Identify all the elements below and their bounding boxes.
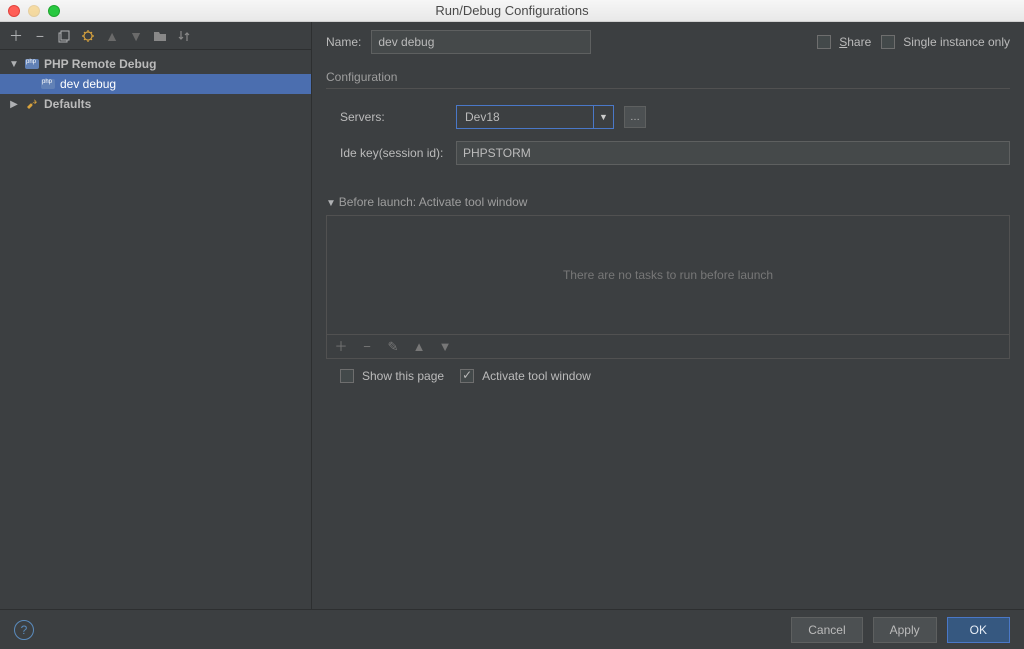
config-form: Name: Share Single instance only Configu…: [312, 22, 1024, 609]
tree-node-label: Defaults: [44, 97, 91, 111]
copy-config-button[interactable]: [56, 28, 72, 44]
checkbox-icon: [881, 35, 895, 49]
activate-tool-window-checkbox[interactable]: Activate tool window: [460, 369, 591, 383]
chevron-down-icon[interactable]: ▼: [593, 106, 613, 128]
close-window-button[interactable]: [8, 5, 20, 17]
share-label-rest: hare: [847, 35, 871, 49]
folder-button[interactable]: [152, 28, 168, 44]
tree-node-defaults[interactable]: Defaults: [0, 94, 311, 114]
edit-defaults-button[interactable]: [80, 28, 96, 44]
checkbox-icon: [817, 35, 831, 49]
minimize-window-button: [28, 5, 40, 17]
add-task-button[interactable]: ＋: [333, 339, 349, 355]
config-tree[interactable]: PHP Remote Debug dev debug Defaults: [0, 50, 311, 609]
cancel-button[interactable]: Cancel: [791, 617, 862, 643]
move-down-button[interactable]: ▼: [128, 28, 144, 44]
php-icon: [40, 76, 56, 92]
single-instance-checkbox[interactable]: Single instance only: [881, 35, 1010, 49]
ide-key-label: Ide key(session id):: [326, 146, 446, 160]
remove-config-button[interactable]: −: [32, 28, 48, 44]
show-this-page-label: Show this page: [362, 369, 444, 383]
show-this-page-checkbox[interactable]: Show this page: [340, 369, 444, 383]
window-controls: [8, 5, 60, 17]
zoom-window-button[interactable]: [48, 5, 60, 17]
window-title: Run/Debug Configurations: [60, 3, 964, 18]
single-instance-label: Single instance only: [903, 35, 1010, 49]
no-tasks-text: There are no tasks to run before launch: [563, 268, 773, 282]
tree-node-php-remote-debug[interactable]: PHP Remote Debug: [0, 54, 311, 74]
add-config-button[interactable]: ＋: [8, 28, 24, 44]
titlebar: Run/Debug Configurations: [0, 0, 1024, 22]
share-checkbox[interactable]: Share: [817, 35, 871, 49]
ok-button[interactable]: OK: [947, 617, 1010, 643]
servers-browse-button[interactable]: …: [624, 106, 646, 128]
section-divider: [326, 88, 1010, 89]
dialog-button-bar: ? Cancel Apply OK: [0, 609, 1024, 649]
wrench-icon: [24, 96, 40, 112]
servers-value: Dev18: [457, 110, 593, 124]
move-task-up-button: ▲: [411, 339, 427, 355]
move-task-down-button: ▼: [437, 339, 453, 355]
expand-caret-icon[interactable]: [8, 99, 20, 110]
checkbox-icon: [340, 369, 354, 383]
before-launch-tasks-box: There are no tasks to run before launch: [326, 215, 1010, 335]
remove-task-button: −: [359, 339, 375, 355]
before-launch-header[interactable]: Before launch: Activate tool window: [326, 195, 1010, 209]
expand-caret-icon[interactable]: [8, 59, 20, 70]
help-button[interactable]: ?: [14, 620, 34, 640]
edit-task-button: ✎: [385, 339, 401, 355]
apply-button[interactable]: Apply: [873, 617, 937, 643]
checkbox-icon: [460, 369, 474, 383]
servers-combobox[interactable]: Dev18 ▼: [456, 105, 614, 129]
activate-tool-window-label: Activate tool window: [482, 369, 591, 383]
tasks-toolbar: ＋ − ✎ ▲ ▼: [326, 335, 1010, 359]
tree-node-label: PHP Remote Debug: [44, 57, 156, 71]
configuration-section-header: Configuration: [326, 70, 1010, 84]
tree-node-dev-debug[interactable]: dev debug: [0, 74, 311, 94]
php-icon: [24, 56, 40, 72]
sort-button[interactable]: [176, 28, 192, 44]
name-label: Name:: [326, 35, 361, 49]
configurations-sidebar: ＋ − ▲ ▼ PHP Remote Debug: [0, 22, 312, 609]
ide-key-input[interactable]: [456, 141, 1010, 165]
move-up-button[interactable]: ▲: [104, 28, 120, 44]
servers-label: Servers:: [326, 110, 446, 124]
sidebar-toolbar: ＋ − ▲ ▼: [0, 22, 311, 50]
name-input[interactable]: [371, 30, 591, 54]
tree-node-label: dev debug: [60, 77, 116, 91]
